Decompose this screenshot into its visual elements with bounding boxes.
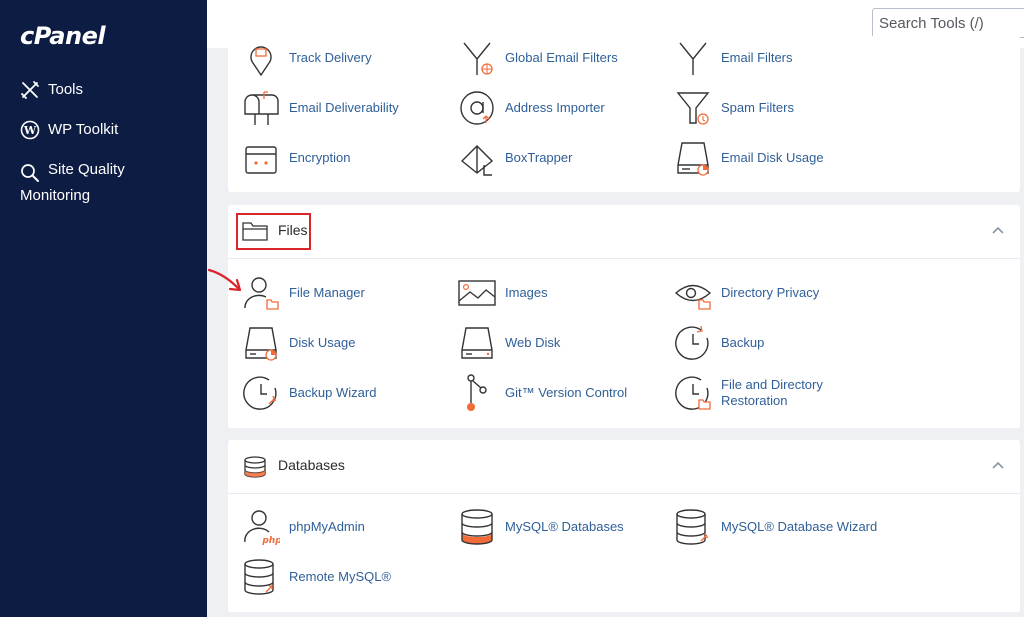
sidebar: cPanel Tools W WP Toolkit Site Quality M… bbox=[0, 0, 207, 617]
tool-web-disk[interactable]: Web Disk bbox=[458, 324, 560, 362]
web-disk-icon bbox=[461, 327, 493, 359]
tool-label: Web Disk bbox=[505, 335, 561, 350]
backup-wizard-icon bbox=[243, 376, 277, 410]
tool-mysql-database-wizard[interactable]: MySQL® Database Wizard bbox=[674, 508, 877, 546]
tool-label: Email Filters bbox=[721, 50, 793, 65]
chevron-up-icon[interactable] bbox=[992, 461, 1004, 469]
tool-label: Track Delivery bbox=[289, 50, 372, 65]
disk-usage-icon bbox=[245, 327, 277, 361]
chevron-up-icon[interactable] bbox=[992, 226, 1004, 234]
files-section-header[interactable]: Files bbox=[228, 205, 1020, 259]
search-tools-input[interactable] bbox=[872, 8, 1024, 38]
tool-label: phpMyAdmin bbox=[289, 519, 365, 534]
files-section-card: Files File Manager Images Directory Priv… bbox=[228, 205, 1020, 428]
backup-icon bbox=[675, 325, 709, 360]
tool-directory-privacy[interactable]: Directory Privacy bbox=[674, 274, 819, 312]
tool-label: Git™ Version Control bbox=[505, 385, 628, 400]
tool-label: Directory Privacy bbox=[721, 285, 820, 300]
spam-filter-icon bbox=[676, 92, 710, 125]
annotation-arrow-icon bbox=[207, 268, 242, 292]
search-magnifier-icon bbox=[21, 164, 39, 182]
database-icon bbox=[244, 456, 266, 478]
tool-spam-filters[interactable]: Spam Filters bbox=[674, 89, 794, 127]
sidebar-item-site-quality[interactable]: Site Quality Monitoring bbox=[20, 157, 190, 209]
tool-boxtrapper[interactable]: BoxTrapper bbox=[458, 139, 572, 177]
directory-privacy-icon bbox=[674, 284, 712, 310]
tool-label: Backup bbox=[721, 335, 765, 350]
tool-label: Images bbox=[505, 285, 548, 300]
tool-label: BoxTrapper bbox=[505, 150, 573, 165]
tool-address-importer[interactable]: Address Importer bbox=[458, 89, 605, 127]
sidebar-item-wp-toolkit[interactable]: W WP Toolkit bbox=[20, 117, 118, 143]
tool-email-filters[interactable]: Email Filters bbox=[674, 39, 793, 77]
tool-label: File and Directory Restoration bbox=[721, 377, 823, 408]
tool-phpmyadmin[interactable]: php phpMyAdmin bbox=[242, 508, 365, 546]
tool-backup[interactable]: Backup bbox=[674, 324, 764, 362]
tool-label: Global Email Filters bbox=[505, 50, 618, 65]
databases-section-header[interactable]: Databases bbox=[228, 440, 1020, 494]
folder-icon bbox=[242, 222, 268, 241]
tool-file-directory-restoration[interactable]: File and Directory Restoration bbox=[674, 374, 841, 412]
tool-backup-wizard[interactable]: Backup Wizard bbox=[242, 374, 376, 412]
email-disk-usage-icon bbox=[677, 142, 709, 176]
remote-mysql-icon bbox=[244, 559, 274, 595]
tool-label: Remote MySQL® bbox=[289, 569, 392, 584]
images-icon bbox=[458, 280, 496, 306]
global-filter-icon bbox=[463, 42, 493, 75]
tool-global-email-filters[interactable]: Global Email Filters bbox=[458, 39, 618, 77]
tool-label: Address Importer bbox=[505, 100, 605, 115]
tool-file-manager[interactable]: File Manager bbox=[242, 274, 365, 312]
mysql-databases-icon bbox=[461, 509, 493, 545]
databases-section-card: Databases php phpMyAdmin MySQL® Database… bbox=[228, 440, 1020, 612]
file-manager-icon bbox=[244, 277, 279, 310]
sidebar-item-tools[interactable]: Tools bbox=[20, 77, 83, 103]
email-section-card: Track Delivery Global Email Filters Emai… bbox=[228, 36, 1020, 192]
tool-email-deliverability[interactable]: Email Deliverability bbox=[242, 89, 399, 127]
tool-label: MySQL® Database Wizard bbox=[721, 519, 878, 534]
git-icon bbox=[467, 374, 487, 411]
wordpress-icon: W bbox=[20, 120, 40, 140]
tool-label: Backup Wizard bbox=[289, 385, 377, 400]
mysql-wizard-icon bbox=[676, 509, 709, 545]
section-title: Databases bbox=[278, 457, 345, 473]
tool-encryption[interactable]: Encryption bbox=[242, 139, 350, 177]
section-title: Files bbox=[278, 222, 308, 238]
tool-remote-mysql[interactable]: Remote MySQL® bbox=[242, 558, 391, 596]
boxtrapper-icon bbox=[460, 145, 494, 176]
tool-label: Disk Usage bbox=[289, 335, 356, 350]
sidebar-item-label: Tools bbox=[48, 81, 84, 98]
tool-label: Email Deliverability bbox=[289, 100, 399, 115]
tool-disk-usage[interactable]: Disk Usage bbox=[242, 324, 355, 362]
tool-git-version-control[interactable]: Git™ Version Control bbox=[458, 374, 627, 412]
tool-label: Spam Filters bbox=[721, 100, 794, 115]
tool-email-disk-usage[interactable]: Email Disk Usage bbox=[674, 139, 824, 177]
address-importer-icon bbox=[460, 91, 494, 125]
tool-label: Email Disk Usage bbox=[721, 150, 824, 165]
tool-mysql-databases[interactable]: MySQL® Databases bbox=[458, 508, 624, 546]
encryption-icon bbox=[245, 146, 277, 174]
track-delivery-icon bbox=[250, 46, 272, 77]
tool-images[interactable]: Images bbox=[458, 274, 548, 312]
restoration-icon bbox=[675, 376, 711, 410]
tools-icon bbox=[21, 81, 39, 99]
phpmyadmin-icon: php bbox=[244, 510, 280, 546]
sidebar-item-label: WP Toolkit bbox=[48, 121, 119, 138]
tool-track-delivery[interactable]: Track Delivery bbox=[242, 39, 372, 77]
svg-text:W: W bbox=[23, 124, 37, 137]
tool-label: MySQL® Databases bbox=[505, 519, 624, 534]
mailbox-icon bbox=[244, 91, 279, 125]
tool-label: File Manager bbox=[289, 285, 365, 300]
email-filter-icon bbox=[679, 42, 707, 75]
cpanel-logo[interactable]: cPanel bbox=[20, 22, 106, 50]
svg-text:php: php bbox=[261, 536, 280, 546]
tool-label: Encryption bbox=[289, 150, 351, 165]
sidebar-item-label: Site Quality Monitoring bbox=[20, 161, 125, 204]
